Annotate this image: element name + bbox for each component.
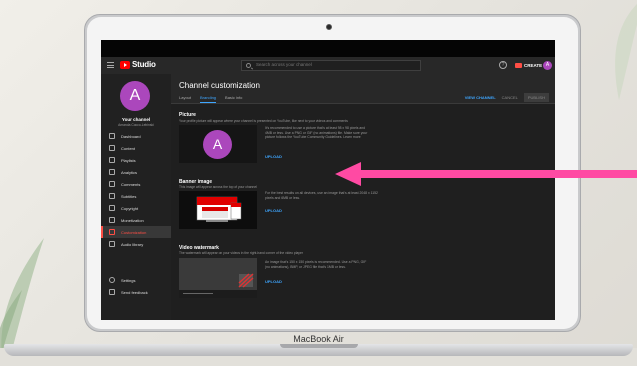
watermark-section-desc: The watermark will appear on your videos…	[179, 251, 303, 255]
cancel-button[interactable]: CANCEL	[502, 95, 518, 100]
watermark-guidelines-text: An image that's 150 x 150 pixels is reco…	[265, 260, 367, 269]
settings-icon	[109, 277, 115, 283]
header-actions: VIEW CHANNEL CANCEL PUBLISH	[465, 93, 549, 102]
tab-bar: Layout Branding Basic info	[179, 95, 242, 103]
youtube-logo-icon[interactable]	[120, 61, 130, 69]
picture-section-desc: Your profile picture will appear where y…	[179, 119, 348, 123]
sidebar-item-audio-library[interactable]: Audio library	[101, 238, 171, 250]
banner-section-desc: This image will appear across the top of…	[179, 185, 257, 189]
help-icon[interactable]: ?	[499, 61, 507, 69]
sidebar-item-send-feedback[interactable]: Send feedback	[101, 286, 171, 298]
comments-icon	[109, 181, 115, 187]
sidebar-item-analytics[interactable]: Analytics	[101, 166, 171, 178]
pink-arrow-icon	[335, 162, 637, 186]
sidebar-item-settings[interactable]: Settings	[101, 274, 171, 286]
search-placeholder: Search across your channel	[256, 62, 312, 67]
sidebar-nav: Dashboard Content Playlists Analytics Co…	[101, 130, 171, 250]
laptop-base-notch	[280, 344, 358, 348]
sidebar-item-dashboard[interactable]: Dashboard	[101, 130, 171, 142]
picture-guidelines-text: It's recommended to use a picture that's…	[265, 126, 368, 140]
profile-picture-preview: A	[203, 130, 232, 159]
watermark-upload-button[interactable]: UPLOAD	[265, 279, 282, 284]
webcam-icon	[326, 24, 332, 30]
tab-branding[interactable]: Branding	[200, 95, 217, 103]
page-title: Channel customization	[179, 81, 260, 90]
picture-section-title: Picture	[179, 112, 196, 118]
screen-top-band	[101, 40, 555, 57]
content-icon	[109, 145, 115, 151]
video-camera-icon	[515, 63, 522, 68]
sidebar-item-label: Subtitles	[121, 193, 137, 199]
sidebar-item-playlists[interactable]: Playlists	[101, 154, 171, 166]
sidebar-item-label: Monetization	[121, 217, 144, 223]
sidebar-item-label: Audio library	[121, 241, 144, 247]
channel-subtitle: Amanda Cocco-Lebinski	[118, 123, 154, 127]
tab-layout[interactable]: Layout	[179, 95, 191, 103]
sidebar: A Your channel Amanda Cocco-Lebinski Das…	[101, 74, 171, 320]
sidebar-item-monetization[interactable]: Monetization	[101, 214, 171, 226]
copyright-icon	[109, 205, 115, 211]
sidebar-item-label: Copyright	[121, 205, 139, 211]
sidebar-item-comments[interactable]: Comments	[101, 178, 171, 190]
monetization-icon	[109, 217, 115, 223]
subtitles-icon	[109, 193, 115, 199]
create-button[interactable]: CREATE	[515, 61, 542, 70]
channel-avatar[interactable]: A	[120, 81, 150, 111]
app-name: Studio	[132, 60, 156, 69]
sidebar-item-customization[interactable]: Customization	[101, 226, 171, 238]
sidebar-bottom-nav: Settings Send feedback	[101, 274, 171, 298]
account-avatar[interactable]: A	[543, 61, 552, 70]
sidebar-item-copyright[interactable]: Copyright	[101, 202, 171, 214]
watermark-preview	[179, 258, 257, 298]
publish-button[interactable]: PUBLISH	[523, 93, 549, 102]
sidebar-item-subtitles[interactable]: Subtitles	[101, 190, 171, 202]
banner-preview	[179, 191, 257, 229]
sidebar-item-label: Playlists	[121, 157, 136, 163]
sidebar-item-label: Send feedback	[121, 289, 148, 295]
analytics-icon	[109, 169, 115, 175]
search-input[interactable]: Search across your channel	[241, 60, 421, 71]
customization-icon	[109, 229, 115, 235]
sidebar-item-label: Comments	[121, 181, 141, 187]
search-icon	[246, 63, 251, 68]
tab-basic-info[interactable]: Basic info	[225, 95, 242, 103]
page-header: Channel customization Layout Branding Ba…	[171, 74, 555, 104]
sidebar-item-label: Customization	[121, 229, 147, 235]
picture-preview: A	[179, 125, 257, 163]
banner-upload-button[interactable]: UPLOAD	[265, 208, 282, 213]
banner-guidelines-text: For the best results on all devices, use…	[265, 191, 378, 200]
feedback-icon	[109, 289, 115, 295]
dashboard-icon	[109, 133, 115, 139]
sidebar-item-content[interactable]: Content	[101, 142, 171, 154]
plant-leaf-decoration-right	[615, 4, 637, 100]
main-content: Channel customization Layout Branding Ba…	[171, 74, 555, 320]
video-player-illustration	[179, 258, 257, 298]
channel-title: Your channel	[121, 117, 151, 122]
sidebar-item-label: Settings	[121, 277, 136, 283]
sidebar-item-label: Analytics	[121, 169, 138, 175]
sidebar-item-label: Content	[121, 145, 136, 151]
sidebar-item-label: Dashboard	[121, 133, 141, 139]
device-banner-illustration	[196, 196, 242, 222]
create-label: CREATE	[524, 63, 543, 68]
menu-icon[interactable]	[107, 62, 114, 68]
studio-topbar: Studio Search across your channel ? CREA…	[101, 57, 555, 74]
playlists-icon	[109, 157, 115, 163]
audio-library-icon	[109, 241, 115, 247]
picture-upload-button[interactable]: UPLOAD	[265, 154, 282, 159]
view-channel-button[interactable]: VIEW CHANNEL	[465, 95, 496, 100]
